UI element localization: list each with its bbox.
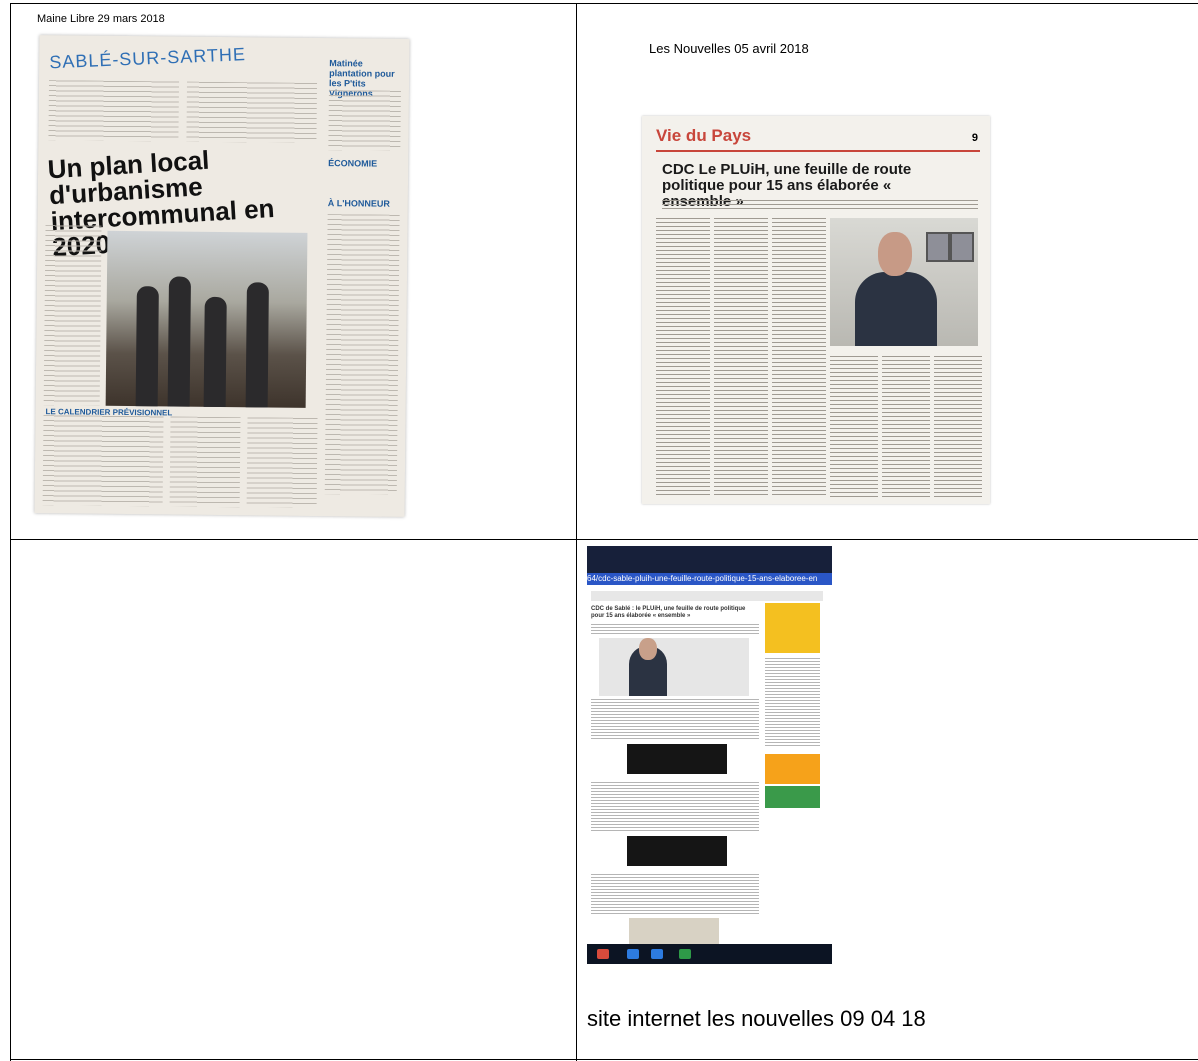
article-text-block xyxy=(591,624,759,634)
taskbar-app-icon xyxy=(627,949,639,959)
taskbar-app-icon xyxy=(651,949,663,959)
table-border-left xyxy=(10,3,11,1061)
article-photo xyxy=(599,638,749,696)
picture-frame xyxy=(926,232,950,262)
clipping-text-block xyxy=(714,218,768,498)
website-screenshot: 64/cdc-sable-pluih-une-feuille-route-pol… xyxy=(587,546,832,964)
picture-frame xyxy=(950,232,974,262)
table-border-top xyxy=(10,3,1198,4)
clipping-text-block xyxy=(43,225,102,406)
clipping-text-block xyxy=(324,214,400,495)
clipping-page-number: 9 xyxy=(971,132,978,144)
clipping-text-block xyxy=(328,90,401,151)
clipping-portrait-photo xyxy=(830,218,978,346)
maine-libre-clipping-photo: SABLÉ-SUR-SARTHE Un plan local d'urbanis… xyxy=(34,35,410,517)
side-title: À L'HONNEUR xyxy=(327,198,390,209)
person-figure xyxy=(245,282,269,408)
caption-maine-libre: Maine Libre 29 mars 2018 xyxy=(37,13,165,25)
taskbar-app-icon xyxy=(679,949,691,959)
person-figure xyxy=(167,276,191,407)
sidebar-ad xyxy=(765,754,820,784)
clipping-text-block xyxy=(186,81,318,143)
site-nav-bar xyxy=(591,591,823,601)
clipping-text-block xyxy=(830,356,878,498)
caption-les-nouvelles: Les Nouvelles 05 avril 2018 xyxy=(649,41,809,56)
person-figure xyxy=(135,286,159,407)
article-text-block xyxy=(591,699,759,739)
article-photo-bottom xyxy=(629,918,719,944)
table-border-bottom xyxy=(10,1059,1198,1060)
clipping-text-block xyxy=(656,218,710,498)
browser-top-bar xyxy=(587,546,832,573)
table-column-divider xyxy=(576,3,577,1061)
sidebar-ad xyxy=(765,786,820,808)
person-suit xyxy=(855,272,937,346)
clipping-text-block xyxy=(169,416,241,508)
article-text-block xyxy=(591,874,759,914)
article-text-block xyxy=(591,782,759,832)
les-nouvelles-clipping-photo: Vie du Pays 9 CDC Le PLUiH, une feuille … xyxy=(642,116,990,504)
clipping-text-block xyxy=(934,356,982,498)
person-face xyxy=(639,638,657,660)
person-face xyxy=(878,232,912,276)
section-rule xyxy=(656,150,980,152)
clipping-text-block xyxy=(246,417,318,509)
side-title: LE CALENDRIER PRÉVISIONNEL xyxy=(45,407,173,418)
clipping-text-block xyxy=(772,218,826,498)
article-title: CDC de Sablé : le PLUiH, une feuille de … xyxy=(591,606,746,619)
clipping-lead xyxy=(662,200,978,212)
clipping-text-block xyxy=(882,356,930,498)
video-embed xyxy=(627,744,727,774)
caption-site-internet: site internet les nouvelles 09 04 18 xyxy=(587,1006,926,1031)
sidebar-ad xyxy=(765,603,820,653)
clipping-photo-group xyxy=(105,230,308,408)
video-embed xyxy=(627,836,727,866)
clipping-side-column: Matinée plantation pour les P'tits Vigne… xyxy=(324,58,402,499)
taskbar xyxy=(587,944,832,964)
side-title: ÉCONOMIE xyxy=(328,158,378,169)
url-bar: 64/cdc-sable-pluih-une-feuille-route-pol… xyxy=(587,573,832,585)
clipping-section-title: Vie du Pays xyxy=(656,126,752,145)
sidebar-list xyxy=(765,658,820,748)
taskbar-app-icon xyxy=(597,949,609,959)
table-row-divider xyxy=(10,539,1198,540)
clipping-masthead: SABLÉ-SUR-SARTHE xyxy=(48,44,247,73)
person-figure xyxy=(203,296,227,408)
clipping-text-block xyxy=(42,415,164,507)
clipping-text-block xyxy=(48,80,180,142)
